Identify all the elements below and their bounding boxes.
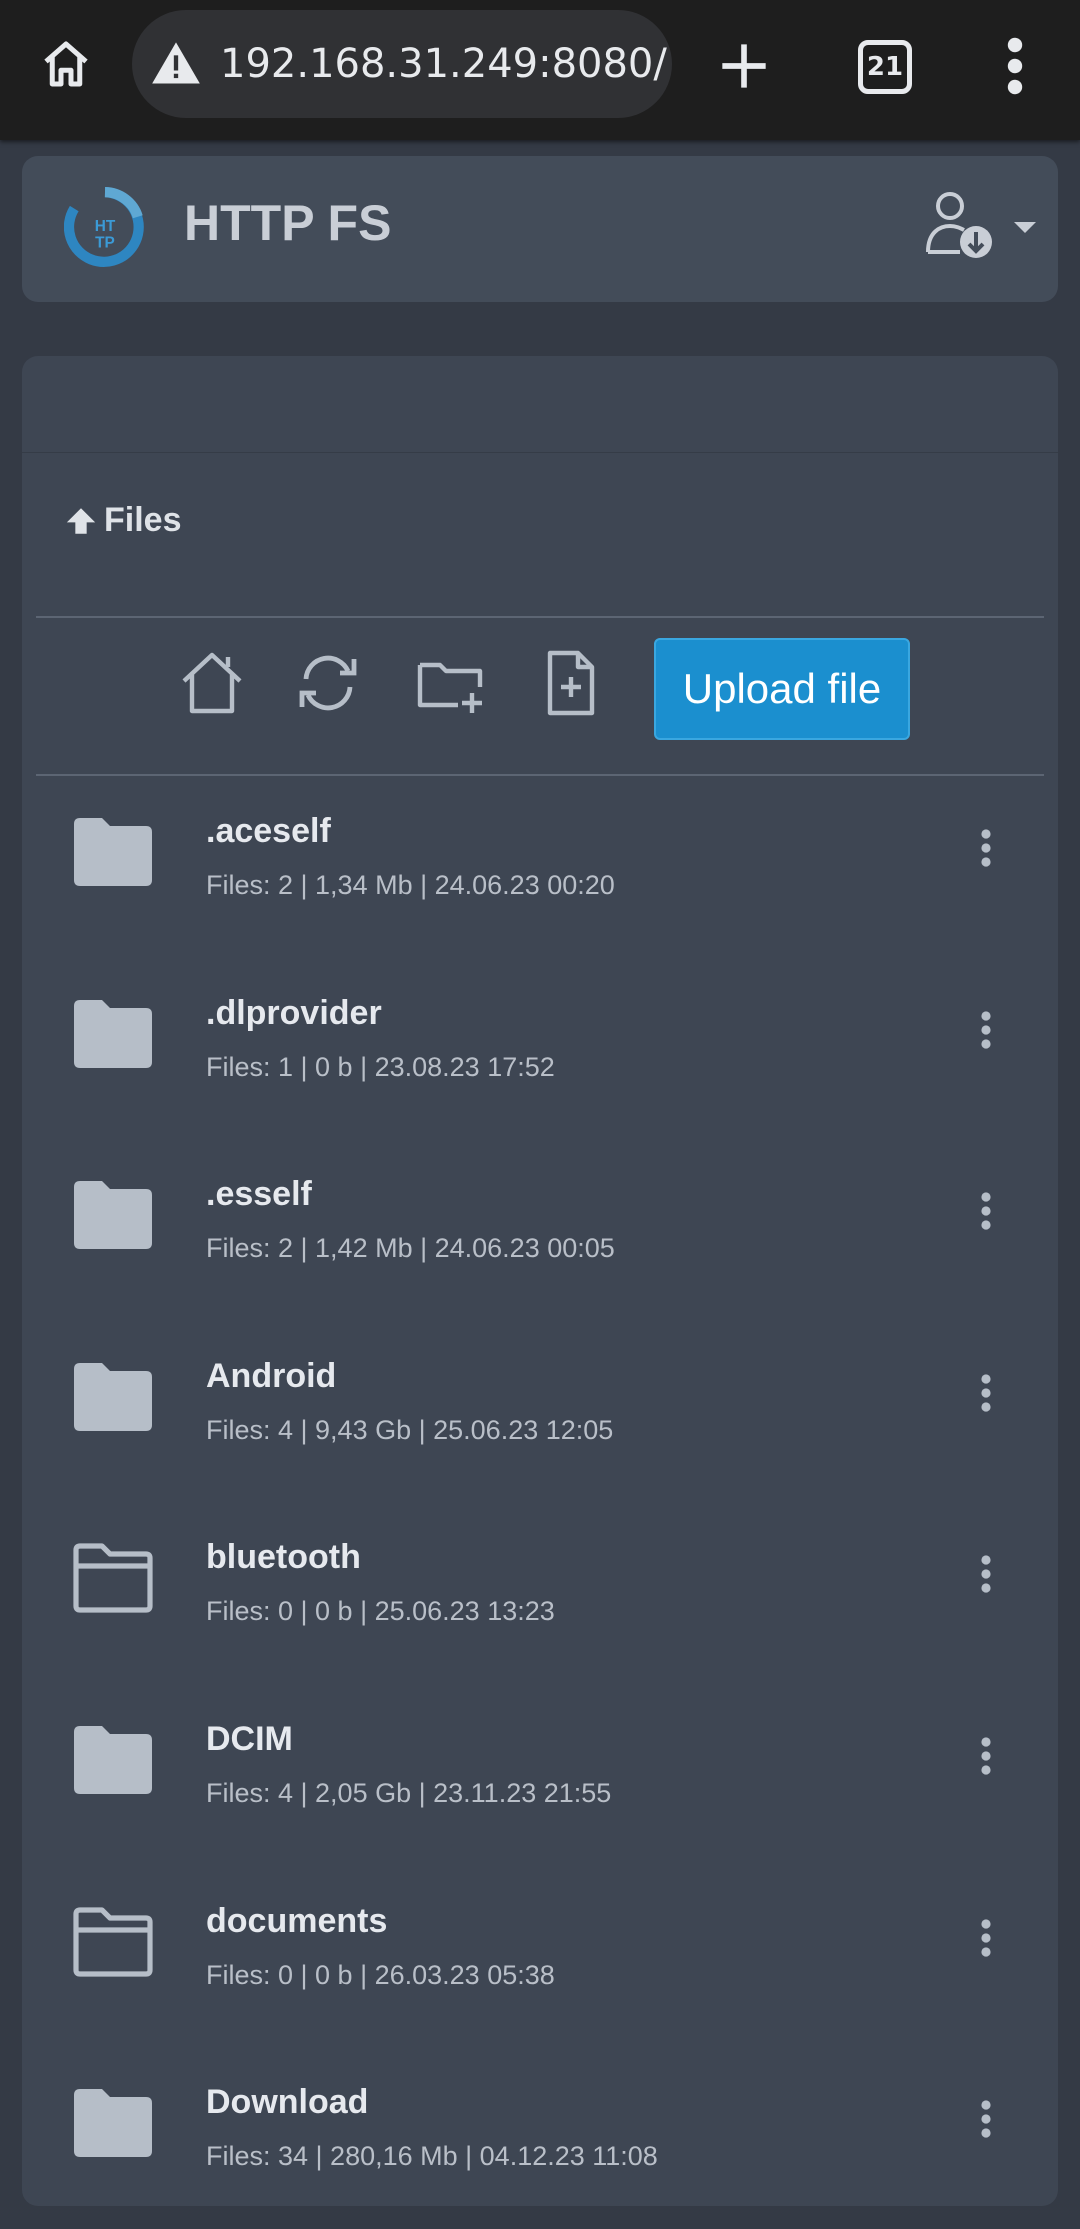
refresh-button[interactable] <box>288 628 368 738</box>
more-vert-icon[interactable] <box>980 1191 992 1231</box>
folder-open-icon <box>73 1906 153 1977</box>
divider <box>36 616 1044 618</box>
file-meta: Files: 1 | 0 b | 23.08.23 17:52 <box>206 1051 555 1082</box>
refresh-icon <box>299 655 357 711</box>
new-file-button[interactable] <box>530 628 610 738</box>
file-row[interactable]: .aceself Files: 2 | 1,34 Mb | 24.06.23 00… <box>22 776 1058 958</box>
breadcrumb-label: Files <box>104 501 182 539</box>
file-meta: Files: 4 | 9,43 Gb | 25.06.23 12:05 <box>206 1414 614 1445</box>
file-meta: Files: 0 | 0 b | 26.03.23 05:38 <box>206 1959 555 1990</box>
file-name[interactable]: Android <box>206 1357 336 1396</box>
folder-icon <box>74 818 152 886</box>
warning-icon[interactable] <box>150 38 202 90</box>
upload-file-button[interactable]: Upload file <box>654 638 910 740</box>
breadcrumb[interactable]: Files <box>64 501 181 540</box>
file-meta: Files: 4 | 2,05 Gb | 23.11.23 21:55 <box>206 1777 612 1808</box>
chevron-down-icon[interactable] <box>1014 222 1036 233</box>
file-list: .aceself Files: 2 | 1,34 Mb | 24.06.23 00… <box>22 776 1058 2229</box>
file-browser-card: Files Upload file .aceself Files: 2 | 1,3… <box>22 356 1058 2206</box>
new-tab-icon[interactable] <box>718 40 770 92</box>
file-row[interactable]: Android Files: 4 | 9,43 Gb | 25.06.23 12:… <box>22 1321 1058 1503</box>
tab-switcher-button[interactable]: 21 <box>858 40 912 94</box>
app-title[interactable]: HTTP FS <box>184 194 391 252</box>
more-vert-icon[interactable] <box>980 2099 992 2139</box>
file-row[interactable]: .dlprovider Files: 1 | 0 b | 23.08.23 17:… <box>22 958 1058 1140</box>
folder-plus-icon <box>417 662 483 713</box>
more-vert-icon[interactable] <box>1000 36 1030 96</box>
folder-icon <box>74 1181 152 1250</box>
file-name[interactable]: .esself <box>206 1175 312 1214</box>
svg-text:TP: TP <box>95 235 115 252</box>
browser-toolbar: 192.168.31.249:8080/ 21 <box>0 0 1080 140</box>
address-bar[interactable]: 192.168.31.249:8080/ <box>132 10 672 118</box>
file-meta: Files: 34 | 280,16 Mb | 04.12.23 11:08 <box>206 2141 658 2172</box>
more-vert-icon[interactable] <box>980 1554 992 1594</box>
more-vert-icon[interactable] <box>980 1736 992 1776</box>
file-name[interactable]: .dlprovider <box>206 994 382 1033</box>
more-vert-icon[interactable] <box>980 1010 992 1050</box>
folder-icon <box>74 999 152 1068</box>
folder-open-icon <box>73 1543 153 1613</box>
file-name[interactable]: .aceself <box>206 812 331 851</box>
url-text[interactable]: 192.168.31.249:8080/ <box>220 10 667 118</box>
home-icon <box>182 652 242 714</box>
file-name[interactable]: documents <box>206 1902 387 1941</box>
file-meta: Files: 2 | 1,34 Mb | 24.06.23 00:20 <box>206 870 615 900</box>
file-meta: Files: 0 | 0 b | 25.06.23 13:23 <box>206 1596 555 1627</box>
file-row[interactable]: DCIM Files: 4 | 2,05 Gb | 23.11.23 21:55 <box>22 1684 1058 1866</box>
more-vert-icon[interactable] <box>980 828 992 868</box>
home-icon[interactable] <box>36 34 96 94</box>
file-name[interactable]: DCIM <box>206 1720 293 1759</box>
app-header: HT TP HTTP FS <box>22 156 1058 302</box>
file-name[interactable]: bluetooth <box>206 1538 361 1577</box>
svg-text:HT: HT <box>95 218 116 235</box>
more-vert-icon[interactable] <box>980 1918 992 1958</box>
file-meta: Files: 2 | 1,42 Mb | 24.06.23 00:05 <box>206 1233 615 1264</box>
arrow-up-icon <box>66 507 96 534</box>
user-download-icon[interactable] <box>922 188 994 260</box>
file-row[interactable]: documents Files: 0 | 0 b | 26.03.23 05:38 <box>22 1866 1058 2048</box>
folder-icon <box>74 2089 152 2158</box>
folder-icon <box>74 1362 152 1431</box>
card-top-band <box>22 356 1058 453</box>
file-plus-icon <box>547 650 595 716</box>
app-logo: HT TP <box>64 187 144 267</box>
file-row[interactable]: bluetooth Files: 0 | 0 b | 25.06.23 13:23 <box>22 1502 1058 1684</box>
new-folder-button[interactable] <box>410 628 490 738</box>
file-row[interactable]: .esself Files: 2 | 1,42 Mb | 24.06.23 00:… <box>22 1139 1058 1321</box>
folder-icon <box>74 1725 152 1794</box>
file-name[interactable]: Download <box>206 2083 368 2122</box>
more-vert-icon[interactable] <box>980 1373 992 1413</box>
home-button[interactable] <box>172 628 252 738</box>
file-row[interactable]: Download Files: 34 | 280,16 Mb | 04.12.23… <box>22 2047 1058 2229</box>
